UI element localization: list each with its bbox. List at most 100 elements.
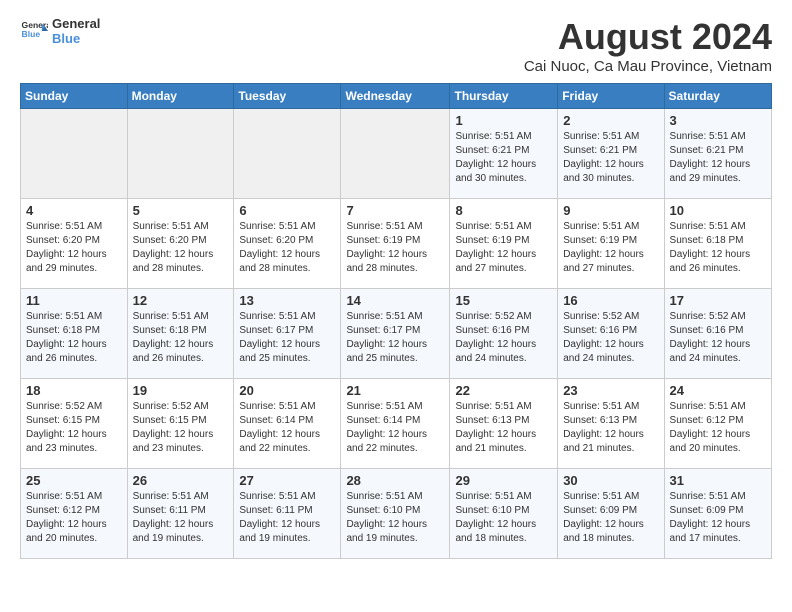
calendar-cell: 9 Sunrise: 5:51 AM Sunset: 6:19 PM Daylig… — [558, 199, 664, 289]
day-info: Sunrise: 5:51 AM Sunset: 6:12 PM Dayligh… — [670, 400, 766, 456]
day-info: Sunrise: 5:51 AM Sunset: 6:10 PM Dayligh… — [346, 490, 444, 546]
weekday-header-tuesday: Tuesday — [234, 84, 341, 109]
calendar-cell: 27Sunrise: 5:51 AM Sunset: 6:11 PM Dayli… — [234, 469, 341, 559]
calendar-week-row: 25 Sunrise: 5:51 AM Sunset: 6:12 PM Dayli… — [21, 469, 772, 559]
logo-text-blue: Blue — [52, 31, 100, 46]
day-number: 20 — [239, 383, 335, 398]
day-number: 13 — [239, 293, 335, 308]
day-number: 30 — [563, 473, 658, 488]
calendar-cell — [234, 109, 341, 199]
day-info: Sunrise: 5:51 AM Sunset: 6:19 PM Dayligh… — [455, 220, 552, 276]
calendar-cell: 15 Sunrise: 5:52 AM Sunset: 6:16 PM Dayli… — [450, 289, 558, 379]
calendar-cell: 10Sunrise: 5:51 AM Sunset: 6:18 PM Dayli… — [664, 199, 771, 289]
day-number: 7 — [346, 203, 444, 218]
calendar-cell: 31 Sunrise: 5:51 AM Sunset: 6:09 PM Dayli… — [664, 469, 771, 559]
day-number: 8 — [455, 203, 552, 218]
calendar-cell: 16Sunrise: 5:52 AM Sunset: 6:16 PM Dayli… — [558, 289, 664, 379]
day-number: 19 — [133, 383, 229, 398]
day-info: Sunrise: 5:51 AM Sunset: 6:14 PM Dayligh… — [346, 400, 444, 456]
calendar-cell: 8 Sunrise: 5:51 AM Sunset: 6:19 PM Daylig… — [450, 199, 558, 289]
day-info: Sunrise: 5:52 AM Sunset: 6:16 PM Dayligh… — [455, 310, 552, 366]
day-number: 15 — [455, 293, 552, 308]
day-number: 16 — [563, 293, 658, 308]
page-header: General Blue General Blue August 2024 Ca… — [20, 16, 772, 75]
calendar-cell: 23Sunrise: 5:51 AM Sunset: 6:13 PM Dayli… — [558, 379, 664, 469]
calendar-cell: 14 Sunrise: 5:51 AM Sunset: 6:17 PM Dayli… — [341, 289, 450, 379]
svg-text:Blue: Blue — [22, 29, 41, 39]
calendar-cell: 28 Sunrise: 5:51 AM Sunset: 6:10 PM Dayli… — [341, 469, 450, 559]
calendar-cell: 26 Sunrise: 5:51 AM Sunset: 6:11 PM Dayli… — [127, 469, 234, 559]
day-info: Sunrise: 5:51 AM Sunset: 6:11 PM Dayligh… — [133, 490, 229, 546]
day-info: Sunrise: 5:51 AM Sunset: 6:09 PM Dayligh… — [563, 490, 658, 546]
calendar-cell: 3Sunrise: 5:51 AM Sunset: 6:21 PM Daylig… — [664, 109, 771, 199]
weekday-header-row: SundayMondayTuesdayWednesdayThursdayFrid… — [21, 84, 772, 109]
day-number: 10 — [670, 203, 766, 218]
calendar-cell: 22Sunrise: 5:51 AM Sunset: 6:13 PM Dayli… — [450, 379, 558, 469]
weekday-header-thursday: Thursday — [450, 84, 558, 109]
day-info: Sunrise: 5:51 AM Sunset: 6:19 PM Dayligh… — [563, 220, 658, 276]
calendar-cell: 4 Sunrise: 5:51 AM Sunset: 6:20 PM Daylig… — [21, 199, 128, 289]
calendar-cell: 18 Sunrise: 5:52 AM Sunset: 6:15 PM Dayli… — [21, 379, 128, 469]
day-info: Sunrise: 5:52 AM Sunset: 6:15 PM Dayligh… — [133, 400, 229, 456]
weekday-header-saturday: Saturday — [664, 84, 771, 109]
day-number: 31 — [670, 473, 766, 488]
calendar-cell: 12 Sunrise: 5:51 AM Sunset: 6:18 PM Dayli… — [127, 289, 234, 379]
calendar-table: SundayMondayTuesdayWednesdayThursdayFrid… — [20, 83, 772, 559]
day-number: 12 — [133, 293, 229, 308]
calendar-cell: 29 Sunrise: 5:51 AM Sunset: 6:10 PM Dayli… — [450, 469, 558, 559]
calendar-week-row: 18 Sunrise: 5:52 AM Sunset: 6:15 PM Dayli… — [21, 379, 772, 469]
calendar-cell: 7 Sunrise: 5:51 AM Sunset: 6:19 PM Daylig… — [341, 199, 450, 289]
title-block: August 2024 Cai Nuoc, Ca Mau Province, V… — [524, 16, 772, 75]
subtitle: Cai Nuoc, Ca Mau Province, Vietnam — [524, 58, 772, 75]
day-info: Sunrise: 5:51 AM Sunset: 6:12 PM Dayligh… — [26, 490, 122, 546]
day-number: 29 — [455, 473, 552, 488]
weekday-header-friday: Friday — [558, 84, 664, 109]
day-number: 9 — [563, 203, 658, 218]
calendar-cell: 11 Sunrise: 5:51 AM Sunset: 6:18 PM Dayli… — [21, 289, 128, 379]
day-number: 25 — [26, 473, 122, 488]
calendar-week-row: 11 Sunrise: 5:51 AM Sunset: 6:18 PM Dayli… — [21, 289, 772, 379]
day-info: Sunrise: 5:51 AM Sunset: 6:20 PM Dayligh… — [26, 220, 122, 276]
day-number: 26 — [133, 473, 229, 488]
calendar-cell: 25 Sunrise: 5:51 AM Sunset: 6:12 PM Dayli… — [21, 469, 128, 559]
day-number: 21 — [346, 383, 444, 398]
day-number: 18 — [26, 383, 122, 398]
day-info: Sunrise: 5:52 AM Sunset: 6:15 PM Dayligh… — [26, 400, 122, 456]
calendar-cell: 5 Sunrise: 5:51 AM Sunset: 6:20 PM Daylig… — [127, 199, 234, 289]
calendar-cell: 20 Sunrise: 5:51 AM Sunset: 6:14 PM Dayli… — [234, 379, 341, 469]
day-number: 17 — [670, 293, 766, 308]
day-info: Sunrise: 5:51 AM Sunset: 6:17 PM Dayligh… — [346, 310, 444, 366]
day-number: 5 — [133, 203, 229, 218]
calendar-cell: 2 Sunrise: 5:51 AM Sunset: 6:21 PM Daylig… — [558, 109, 664, 199]
weekday-header-monday: Monday — [127, 84, 234, 109]
calendar-cell: 13Sunrise: 5:51 AM Sunset: 6:17 PM Dayli… — [234, 289, 341, 379]
weekday-header-wednesday: Wednesday — [341, 84, 450, 109]
day-info: Sunrise: 5:51 AM Sunset: 6:14 PM Dayligh… — [239, 400, 335, 456]
day-info: Sunrise: 5:51 AM Sunset: 6:20 PM Dayligh… — [239, 220, 335, 276]
logo: General Blue General Blue — [20, 16, 100, 46]
day-number: 2 — [563, 113, 658, 128]
day-info: Sunrise: 5:51 AM Sunset: 6:18 PM Dayligh… — [133, 310, 229, 366]
day-number: 28 — [346, 473, 444, 488]
day-info: Sunrise: 5:51 AM Sunset: 6:21 PM Dayligh… — [455, 130, 552, 186]
day-info: Sunrise: 5:51 AM Sunset: 6:20 PM Dayligh… — [133, 220, 229, 276]
calendar-cell: 24Sunrise: 5:51 AM Sunset: 6:12 PM Dayli… — [664, 379, 771, 469]
day-info: Sunrise: 5:51 AM Sunset: 6:09 PM Dayligh… — [670, 490, 766, 546]
day-info: Sunrise: 5:51 AM Sunset: 6:21 PM Dayligh… — [563, 130, 658, 186]
day-number: 11 — [26, 293, 122, 308]
main-title: August 2024 — [524, 16, 772, 58]
calendar-body: 1Sunrise: 5:51 AM Sunset: 6:21 PM Daylig… — [21, 109, 772, 559]
day-info: Sunrise: 5:51 AM Sunset: 6:10 PM Dayligh… — [455, 490, 552, 546]
calendar-cell — [127, 109, 234, 199]
calendar-cell — [341, 109, 450, 199]
logo-icon: General Blue — [20, 17, 48, 45]
day-info: Sunrise: 5:51 AM Sunset: 6:21 PM Dayligh… — [670, 130, 766, 186]
day-info: Sunrise: 5:51 AM Sunset: 6:18 PM Dayligh… — [26, 310, 122, 366]
day-number: 4 — [26, 203, 122, 218]
logo-text-general: General — [52, 16, 100, 31]
day-info: Sunrise: 5:51 AM Sunset: 6:19 PM Dayligh… — [346, 220, 444, 276]
day-number: 14 — [346, 293, 444, 308]
day-number: 23 — [563, 383, 658, 398]
day-number: 27 — [239, 473, 335, 488]
calendar-cell: 17Sunrise: 5:52 AM Sunset: 6:16 PM Dayli… — [664, 289, 771, 379]
